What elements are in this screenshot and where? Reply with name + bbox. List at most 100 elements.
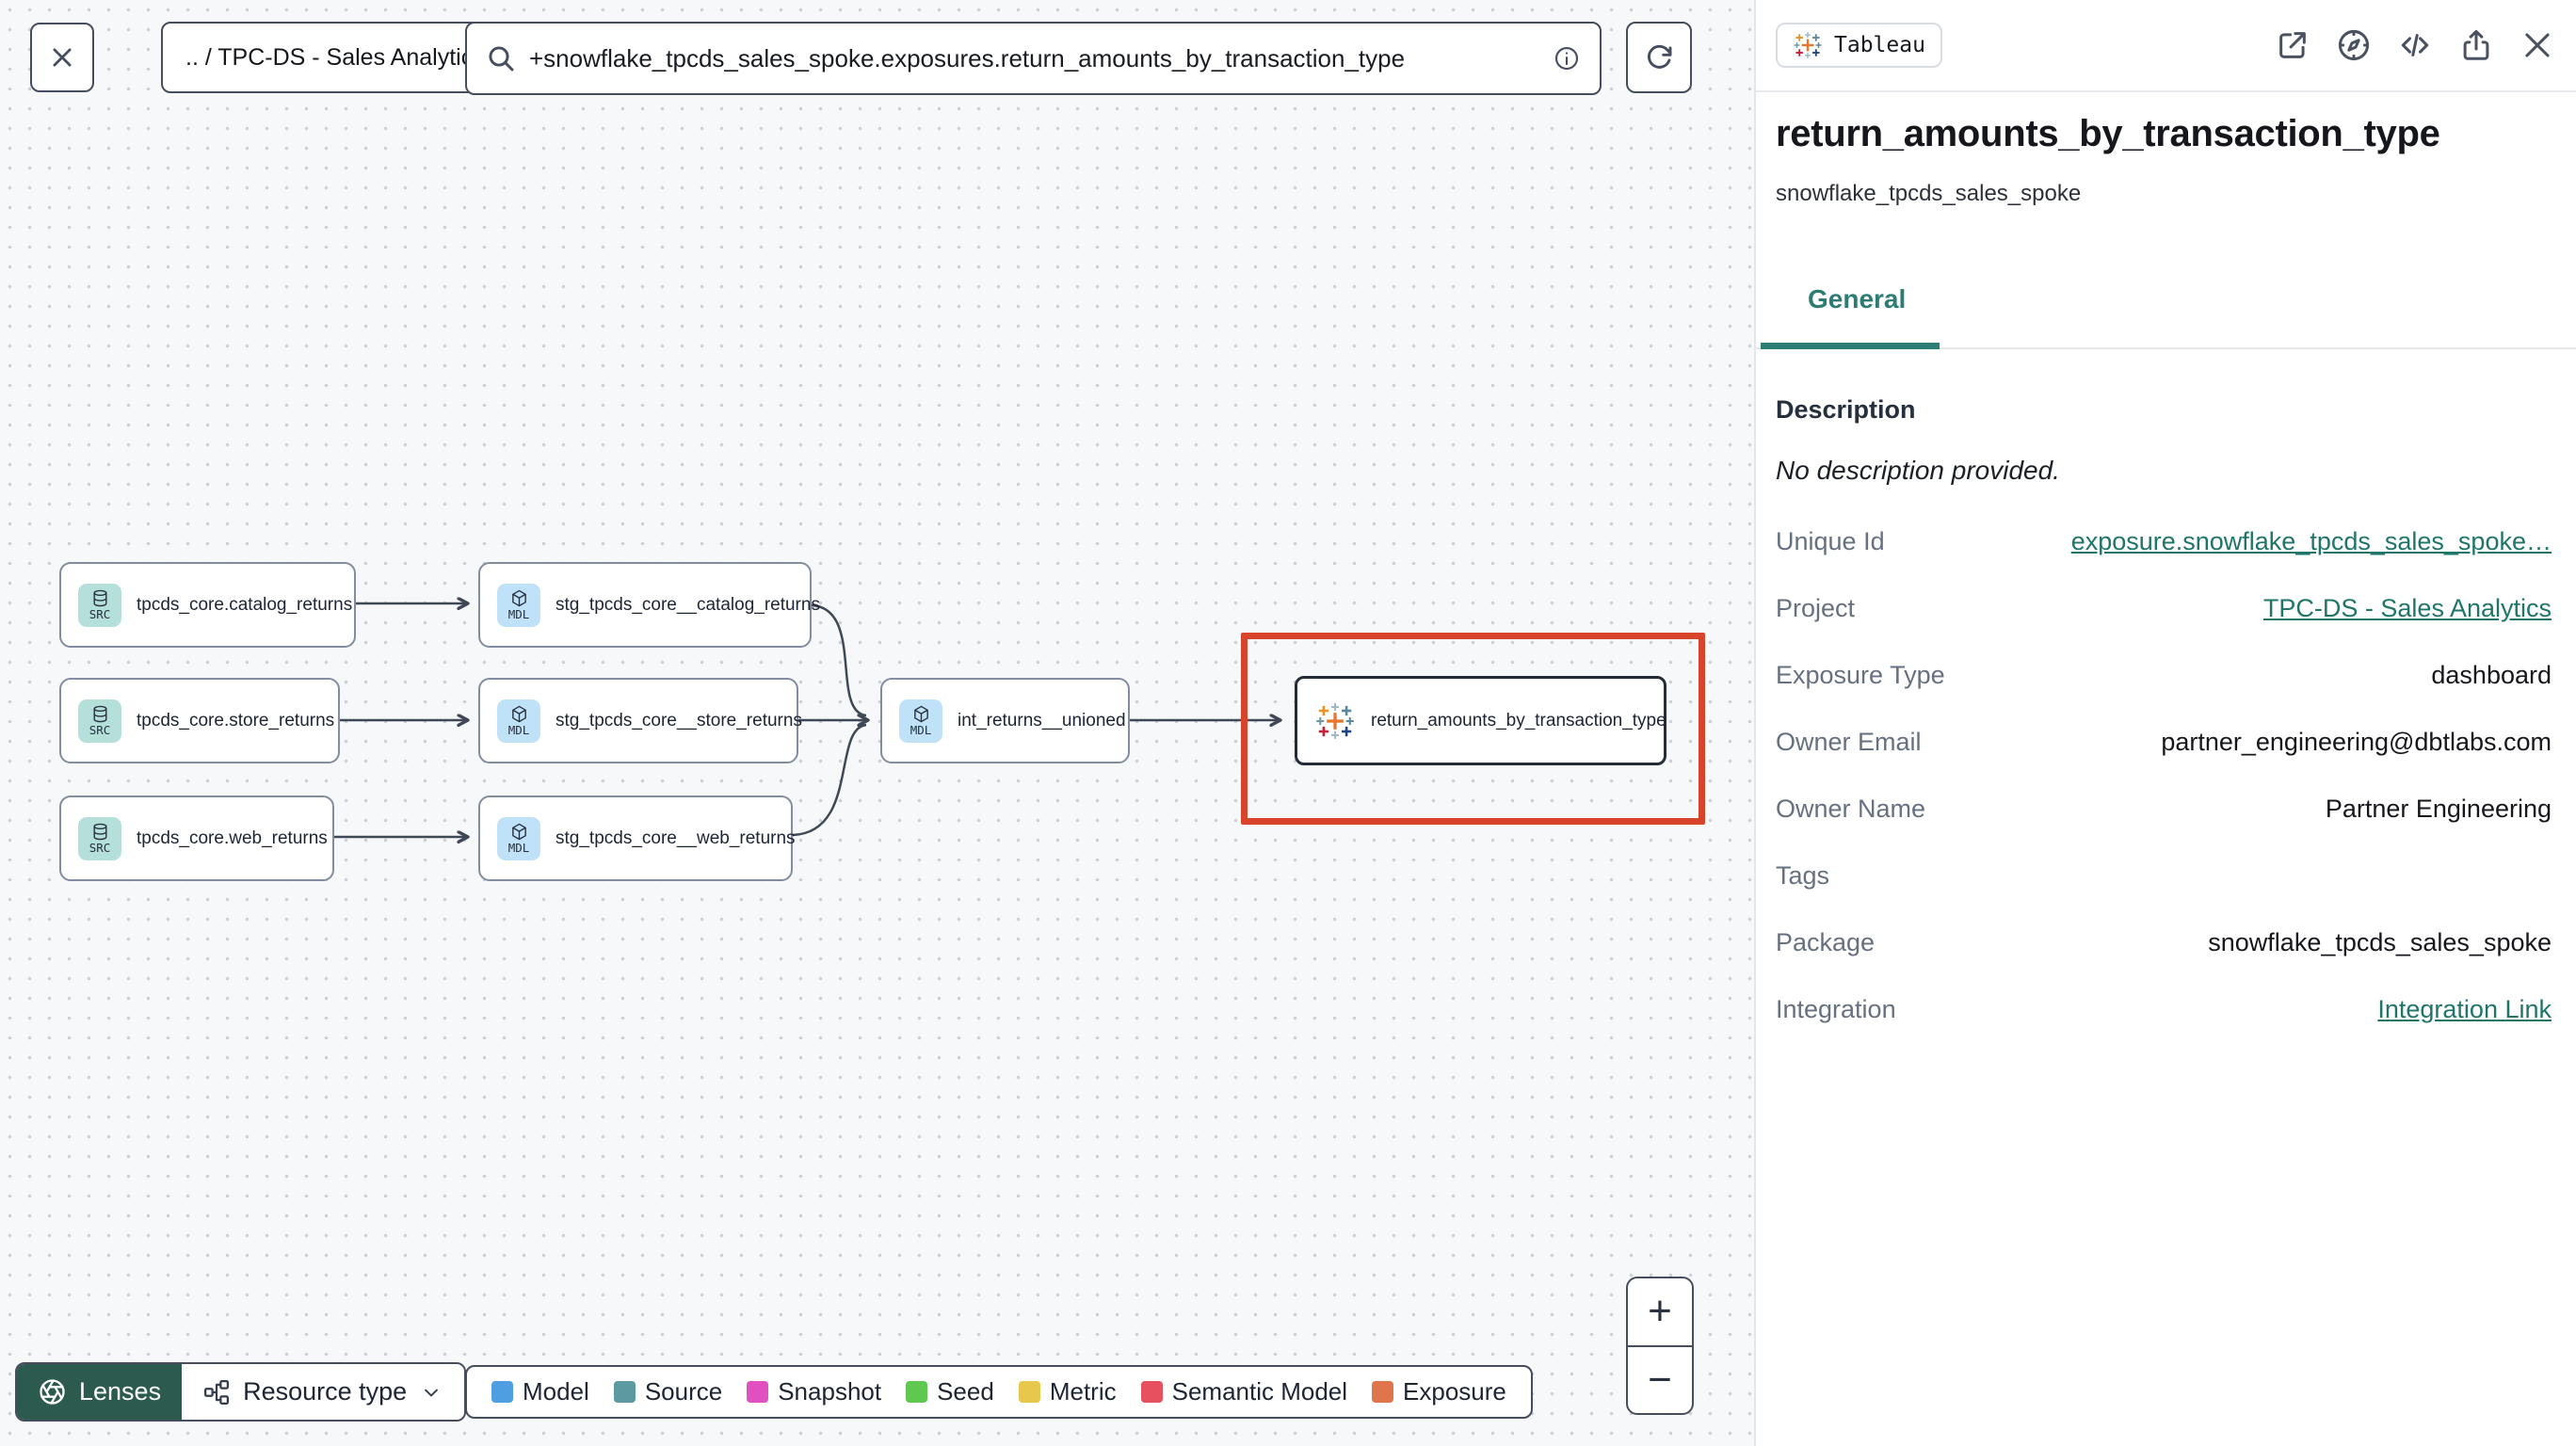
field-row-owner-email: Owner Email partner_engineering@dbtlabs.… (1776, 709, 2552, 776)
node-source-store-returns[interactable]: SRC tpcds_core.store_returns (59, 678, 340, 763)
badge-label: MDL (507, 723, 530, 738)
model-cube-icon (913, 706, 928, 723)
node-source-web-returns[interactable]: SRC tpcds_core.web_returns (59, 795, 334, 881)
field-label: Integration (1776, 995, 1896, 1023)
legend-label: Semantic Model (1171, 1377, 1348, 1406)
node-model-int-returns-unioned[interactable]: MDL int_returns__unioned (880, 678, 1130, 763)
source-type-badge: SRC (78, 583, 121, 627)
field-label: Exposure Type (1776, 661, 1945, 689)
refresh-icon (1648, 44, 1672, 69)
details-panel: Tableau return_amounts_by_transaction_ty… (1754, 0, 2576, 1446)
node-model-stg-store-returns[interactable]: MDL stg_tpcds_core__store_returns (478, 678, 802, 763)
field-row-project: Project TPC-DS - Sales Analytics (1776, 575, 2552, 642)
project-link[interactable]: TPC-DS - Sales Analytics (2263, 594, 2552, 623)
legend-item-source: Source (613, 1377, 723, 1406)
field-label: Tags (1776, 861, 1830, 890)
legend-label: Exposure (1403, 1377, 1506, 1406)
legend-item-seed: Seed (906, 1377, 994, 1406)
resource-type-icon (204, 1379, 230, 1405)
field-row-owner-name: Owner Name Partner Engineering (1776, 776, 2552, 843)
field-label: Unique Id (1776, 527, 1885, 555)
zoom-out-button[interactable]: − (1628, 1347, 1692, 1414)
database-icon (93, 589, 106, 607)
legend-swatch-snapshot (747, 1381, 769, 1403)
integration-badge-label: Tableau (1834, 33, 1925, 57)
node-model-stg-catalog-returns[interactable]: MDL stg_tpcds_core__catalog_returns (478, 562, 820, 648)
legend-swatch-seed (906, 1381, 928, 1403)
tableau-icon (1793, 30, 1823, 60)
field-label: Project (1776, 594, 1856, 622)
lenses-control: Lenses Resource type (15, 1362, 467, 1422)
field-value: snowflake_tpcds_sales_spoke (2208, 928, 2552, 956)
field-row-tags: Tags (1776, 843, 2552, 909)
field-label: Owner Email (1776, 728, 1922, 756)
legend-swatch-semantic-model (1140, 1381, 1163, 1403)
badge-label: SRC (89, 607, 111, 622)
legend-item-exposure: Exposure (1372, 1377, 1506, 1406)
node-label: tpcds_core.catalog_returns (137, 594, 353, 615)
field-row-package: Package snowflake_tpcds_sales_spoke (1776, 909, 2552, 976)
model-cube-icon (511, 824, 526, 841)
field-value: partner_engineering@dbtlabs.com (2161, 728, 2552, 756)
legend-item-snapshot: Snapshot (747, 1377, 881, 1406)
model-type-badge: MDL (497, 583, 540, 627)
legend-swatch-model (491, 1381, 513, 1403)
badge-label: SRC (89, 841, 111, 856)
legend-swatch-exposure (1372, 1381, 1394, 1403)
search-icon (489, 46, 514, 72)
refresh-button[interactable] (1626, 22, 1692, 93)
badge-label: MDL (507, 607, 530, 622)
tab-active-indicator (1761, 343, 1940, 349)
close-icon (53, 48, 72, 67)
breadcrumb-label: .. / TPC-DS - Sales Analytics (185, 43, 485, 71)
zoom-in-button[interactable]: + (1628, 1278, 1692, 1347)
badge-label: MDL (910, 723, 932, 738)
node-model-stg-web-returns[interactable]: MDL stg_tpcds_core__web_returns (478, 795, 796, 881)
node-label: stg_tpcds_core__web_returns (555, 827, 796, 848)
node-source-catalog-returns[interactable]: SRC tpcds_core.catalog_returns (59, 562, 356, 648)
legend-swatch-source (613, 1381, 636, 1403)
resource-type-button[interactable]: Resource type (182, 1364, 465, 1420)
breadcrumb[interactable]: .. / TPC-DS - Sales Analytics (161, 22, 509, 93)
lenses-button[interactable]: Lenses (17, 1364, 183, 1420)
integration-badge: Tableau (1776, 23, 1942, 68)
lineage-canvas[interactable]: SRC tpcds_core.catalog_returns MDL stg_t… (0, 0, 1754, 1446)
badge-label: MDL (507, 841, 530, 856)
tab-general[interactable]: General (1808, 284, 1906, 314)
legend-item-metric: Metric (1018, 1377, 1117, 1406)
database-icon (93, 823, 106, 841)
search-input[interactable] (529, 43, 1539, 73)
code-icon[interactable] (2397, 27, 2433, 63)
page-title: return_amounts_by_transaction_type (1776, 113, 2440, 154)
description-value: No description provided. (1776, 456, 2060, 485)
legend-label: Seed (937, 1377, 994, 1406)
legend-label: Model (523, 1377, 589, 1406)
info-icon[interactable] (1553, 44, 1581, 72)
integration-link[interactable]: Integration Link (2377, 995, 2552, 1024)
aperture-icon (40, 1379, 65, 1405)
zoom-control: + − (1626, 1277, 1694, 1415)
description-label: Description (1776, 395, 1916, 424)
unique-id-link[interactable]: exposure.snowflake_tpcds_sales_spoke… (2071, 527, 2552, 556)
legend-label: Source (644, 1377, 723, 1406)
open-external-icon[interactable] (2275, 27, 2310, 63)
field-value: dashboard (2431, 661, 2552, 689)
legend-item-model: Model (491, 1377, 589, 1406)
lineage-search-bar (465, 22, 1602, 95)
panel-actions (2275, 27, 2555, 63)
chevron-down-icon (425, 1389, 439, 1396)
model-cube-icon (511, 590, 526, 607)
share-icon[interactable] (2458, 27, 2494, 63)
close-lineage-button[interactable] (30, 23, 94, 92)
field-row-exposure-type: Exposure Type dashboard (1776, 642, 2552, 709)
field-label: Owner Name (1776, 795, 1926, 823)
explore-compass-icon[interactable] (2336, 27, 2372, 63)
model-cube-icon (511, 706, 526, 723)
resource-type-label: Resource type (243, 1377, 408, 1406)
model-type-badge: MDL (497, 699, 540, 743)
node-exposure-return-amounts[interactable]: return_amounts_by_transaction_type (1295, 676, 1666, 765)
node-label: int_returns__unioned (958, 710, 1126, 731)
database-icon (93, 705, 106, 723)
close-panel-icon[interactable] (2520, 27, 2555, 63)
node-label: stg_tpcds_core__store_returns (555, 710, 802, 731)
